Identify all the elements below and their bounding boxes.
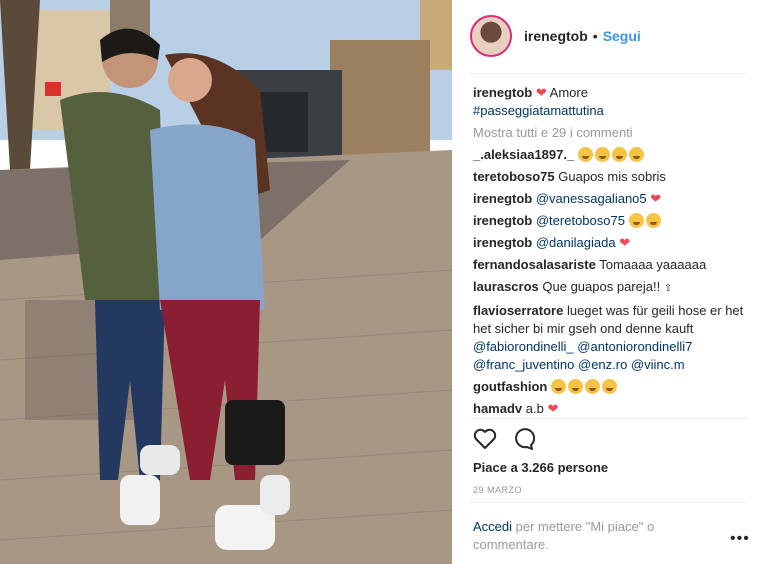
- add-comment-prompt: Accedi per mettere "Mi piace" o commenta…: [473, 518, 703, 554]
- comment-text: Que guapos pareja!!: [542, 279, 661, 294]
- like-button[interactable]: [473, 428, 497, 455]
- comment-mention[interactable]: @franc_juventino: [473, 357, 574, 372]
- comment-mention[interactable]: @viinc.m: [631, 357, 685, 372]
- post-actions: [473, 428, 536, 455]
- heart-emoji-icon: ❤: [547, 401, 559, 416]
- comment-mention[interactable]: @danilagiada: [536, 235, 616, 250]
- comment-username[interactable]: _.aleksiaa1897._: [473, 147, 574, 162]
- heart-emoji-icon: ❤: [619, 235, 631, 250]
- comment-username[interactable]: goutfashion: [473, 379, 547, 394]
- comment-item: teretoboso75 Guapos mis sobris: [473, 168, 745, 186]
- follow-button[interactable]: Segui: [603, 28, 641, 44]
- comment-username[interactable]: teretoboso75: [473, 169, 555, 184]
- post-date: 29 MARZO: [473, 485, 523, 495]
- comment-item: goutfashion: [473, 378, 745, 396]
- post-photo[interactable]: [0, 0, 452, 564]
- comment-username[interactable]: irenegtob: [473, 235, 532, 250]
- comment-username[interactable]: irenegtob: [473, 191, 532, 206]
- comments-list: irenegtob ❤ Amore #passeggiatamattutina …: [473, 84, 745, 422]
- comment-item: _.aleksiaa1897._: [473, 146, 745, 164]
- heart-emoji-icon: ❤: [650, 191, 662, 206]
- caption-text: Amore: [549, 85, 588, 100]
- comment-username[interactable]: fernandosalasariste: [473, 257, 596, 272]
- comment-text: a.b: [525, 401, 544, 416]
- comment-item: fernandosalasariste Tomaaaa yaaaaaa: [473, 256, 745, 274]
- heart-outline-icon: [473, 428, 497, 449]
- comment-item: laurascros Que guapos pareja!! ⇧: [473, 278, 745, 298]
- more-options-icon[interactable]: •••: [730, 530, 750, 548]
- separator-dot: •: [592, 28, 598, 44]
- comment-mention[interactable]: @enz.ro: [578, 357, 627, 372]
- comment-item: irenegtob @danilagiada ❤: [473, 234, 745, 252]
- likes-count[interactable]: Piace a 3.266 persone: [473, 460, 608, 475]
- comment-item: flavioserratore lueget was für geili hos…: [473, 302, 745, 374]
- comment-item: irenegtob @teretoboso75: [473, 212, 745, 230]
- smiley-emoji-icon: [551, 379, 619, 394]
- caption-hashtag[interactable]: #passeggiatamattutina: [473, 103, 604, 118]
- comment-item: hamadv a.b ❤: [473, 400, 745, 418]
- comment-username[interactable]: laurascros: [473, 279, 539, 294]
- author-username[interactable]: irenegtob: [524, 28, 588, 44]
- caption: irenegtob ❤ Amore #passeggiatamattutina: [473, 84, 745, 120]
- comment-bubble-icon: [515, 428, 536, 450]
- show-all-comments-link[interactable]: Mostra tutti e 29 i commenti: [473, 124, 745, 142]
- comment-username[interactable]: flavioserratore: [473, 303, 563, 318]
- login-link[interactable]: Accedi: [473, 519, 512, 534]
- comment-text: Guapos mis sobris: [558, 169, 666, 184]
- post-side-panel: irenegtob • Segui irenegtob ❤ Amore #pas…: [452, 0, 767, 564]
- actions-divider: [470, 418, 747, 419]
- comment-mention[interactable]: @fabiorondinelli_: [473, 339, 574, 354]
- comment-username[interactable]: hamadv: [473, 401, 522, 416]
- comment-username[interactable]: irenegtob: [473, 213, 532, 228]
- photo-scene: [0, 0, 452, 564]
- header-divider: [470, 73, 747, 74]
- post-header: irenegtob • Segui: [470, 14, 747, 58]
- comment-item: irenegtob @vanessagaliano5 ❤: [473, 190, 745, 208]
- wink-emoji-icon: [628, 213, 663, 228]
- avatar[interactable]: [470, 15, 512, 57]
- top-arrow-emoji-icon: ⇧: [663, 283, 673, 294]
- comment-button[interactable]: [511, 428, 536, 455]
- comment-text: Tomaaaa yaaaaaa: [599, 257, 707, 272]
- heart-emoji-icon: ❤: [535, 85, 547, 100]
- comment-mention[interactable]: @vanessagaliano5: [536, 191, 647, 206]
- caption-username[interactable]: irenegtob: [473, 85, 532, 100]
- comment-mention[interactable]: @teretoboso75: [536, 213, 625, 228]
- comment-divider: [470, 502, 747, 503]
- smiley-emoji-icon: [577, 147, 646, 162]
- comment-mention[interactable]: @antoniorondinelli7: [577, 339, 692, 354]
